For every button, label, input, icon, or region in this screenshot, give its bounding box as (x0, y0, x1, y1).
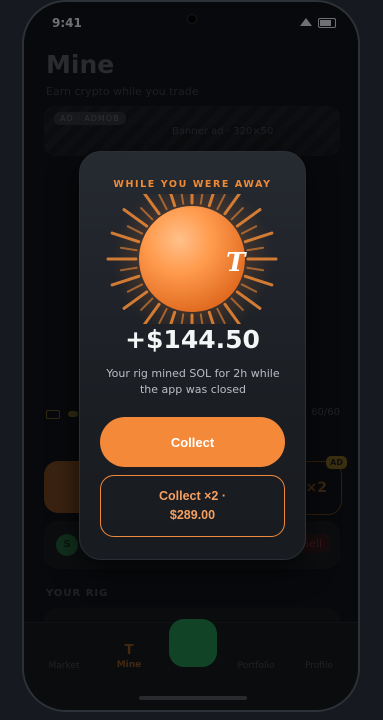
collect-double-label: Collect ×2 · (158, 489, 227, 503)
collect-double-button[interactable]: Collect ×2 · $289.00 (100, 475, 285, 537)
coin-sunburst-icon: T (106, 194, 278, 324)
earned-amount: +$144.50 (125, 325, 260, 354)
modal-eyebrow: WHILE YOU WERE AWAY (113, 179, 272, 190)
collect-button[interactable]: Collect (100, 417, 285, 467)
coin-logo-glyph: T (226, 248, 247, 278)
offline-earnings-modal: WHILE YOU WERE AWAY T +$144.50 Your rig … (79, 151, 306, 560)
collect-double-amount: $289.00 (169, 508, 216, 522)
earned-description: Your rig mined SOL for 2h while the app … (106, 367, 280, 396)
